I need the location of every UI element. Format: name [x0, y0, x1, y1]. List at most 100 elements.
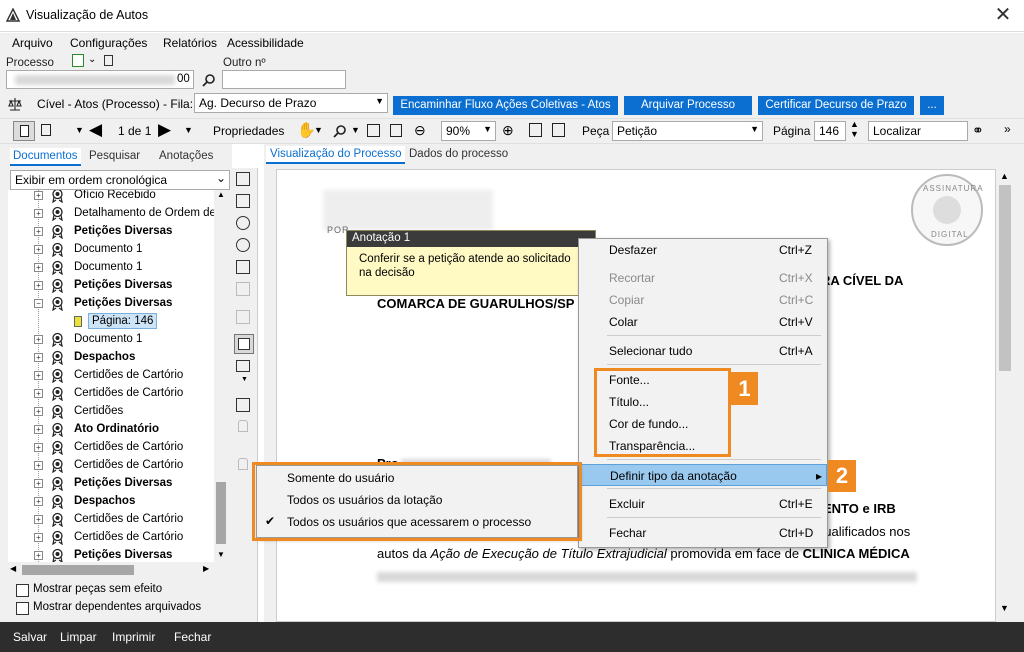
expand-icon[interactable]: + [34, 191, 43, 200]
annotation-note[interactable]: Anotação 1 Conferir se a petição atende … [346, 230, 596, 296]
scroll-thumb[interactable] [999, 185, 1011, 371]
page-mode-button[interactable] [13, 121, 35, 141]
expand-icon[interactable]: + [34, 461, 43, 470]
expand-icon[interactable]: + [34, 533, 43, 542]
tab-dados-processo[interactable]: Dados do processo [409, 148, 508, 160]
context-menu-item[interactable]: Excluir Ctrl+E [579, 493, 827, 515]
more-actions-button[interactable]: ... [920, 96, 944, 115]
chevron-down-icon[interactable]: ⌄ [88, 54, 96, 65]
seal-x-icon[interactable] [236, 238, 250, 252]
rotate-left-icon[interactable] [529, 123, 542, 137]
menu-configuracoes[interactable]: Configurações [70, 36, 147, 50]
tree-item[interactable]: + Certidões de Cartório [8, 457, 214, 475]
expand-icon[interactable]: + [34, 425, 43, 434]
tool-icon[interactable] [236, 194, 250, 208]
context-menu-item[interactable]: Definir tipo da anotação ▸ [579, 464, 827, 486]
expand-icon[interactable]: + [34, 335, 43, 344]
document-icon[interactable] [104, 55, 113, 66]
document-vertical-scrollbar[interactable]: ▲ ▼ [996, 169, 1014, 622]
imprimir-button[interactable]: Imprimir [112, 630, 155, 644]
binoculars-icon[interactable]: ⚭ [972, 122, 984, 139]
expand-icon[interactable]: + [34, 245, 43, 254]
scroll-down-icon[interactable]: ▼ [1000, 603, 1009, 613]
annotation-tool-button[interactable] [234, 334, 254, 354]
dropdown-arrow-icon[interactable]: ▼ [314, 125, 323, 135]
context-menu-item[interactable]: Desfazer Ctrl+Z [579, 239, 827, 261]
collapse-icon[interactable]: − [34, 299, 43, 308]
rotate-right-icon[interactable] [552, 123, 565, 137]
checkbox-row-sem-efeito[interactable]: Mostrar peças sem efeito [16, 583, 226, 599]
propriedades-button[interactable]: Propriedades [213, 124, 284, 138]
scroll-thumb[interactable] [22, 565, 134, 575]
pagina-input[interactable]: 146 [814, 121, 846, 141]
next-page-icon[interactable]: ▶ [158, 120, 171, 140]
tree-item[interactable]: + Certidões de Cartório [8, 511, 214, 529]
arquivar-processo-button[interactable]: Arquivar Processo [624, 96, 752, 115]
tree-item[interactable]: + Documento 1 [8, 331, 214, 349]
encaminhar-fluxo-button[interactable]: Encaminhar Fluxo Ações Coletivas - Atos [393, 96, 618, 115]
tree-horizontal-scrollbar[interactable]: ◀ ▶ [8, 562, 214, 578]
scroll-up-icon[interactable]: ▲ [217, 190, 225, 199]
search-icon[interactable] [202, 73, 216, 87]
zoom-tool-icon[interactable] [333, 124, 347, 138]
scroll-right-icon[interactable]: ▶ [203, 564, 209, 573]
tree-item[interactable]: + Petições Diversas [8, 547, 214, 562]
expand-icon[interactable]: + [34, 209, 43, 218]
tree-item[interactable]: + Despachos [8, 493, 214, 511]
limpar-button[interactable]: Limpar [60, 630, 97, 644]
tree-item[interactable]: + Petições Diversas [8, 475, 214, 493]
expand-icon[interactable]: + [34, 389, 43, 398]
dropdown-arrow-icon[interactable]: ▼ [351, 125, 360, 135]
localizar-input[interactable]: Localizar [868, 121, 968, 141]
expand-icon[interactable]: + [34, 281, 43, 290]
zoom-in-icon[interactable]: ⊕ [502, 122, 514, 139]
overflow-menu-icon[interactable]: » [1004, 122, 1011, 136]
scroll-up-icon[interactable]: ▲ [1000, 171, 1009, 181]
checkbox[interactable] [16, 602, 29, 615]
menu-arquivo[interactable]: Arquivo [12, 36, 53, 50]
expand-icon[interactable]: + [34, 443, 43, 452]
new-process-icon[interactable] [72, 54, 84, 67]
tab-documentos[interactable]: Documentos [10, 148, 81, 166]
tree-item[interactable]: + Documento 1 [8, 241, 214, 259]
tree-item[interactable]: + Certidões [8, 403, 214, 421]
zoom-out-icon[interactable]: ⊖ [414, 122, 426, 139]
context-menu-item[interactable]: Fechar Ctrl+D [579, 522, 827, 544]
expand-icon[interactable]: + [34, 497, 43, 506]
context-menu-item[interactable]: Colar Ctrl+V [579, 311, 827, 333]
tab-visualizacao[interactable]: Visualização do Processo [266, 146, 406, 164]
tree-item[interactable]: Página: 146 [8, 313, 214, 331]
peca-select[interactable]: Petição ▼ [612, 121, 763, 141]
tab-pesquisar[interactable]: Pesquisar [89, 150, 140, 162]
zoom-select[interactable]: 90% ▼ [441, 121, 496, 141]
tree-item[interactable]: − Petições Diversas [8, 295, 214, 313]
processo-input[interactable]: 00 [6, 70, 194, 89]
list-icon[interactable] [236, 360, 250, 372]
fit-width-icon[interactable] [367, 124, 380, 137]
scroll-down-icon[interactable]: ▼ [217, 550, 225, 559]
menu-relatorios[interactable]: Relatórios [163, 36, 217, 50]
dropdown-arrow-icon[interactable]: ▼ [75, 125, 84, 135]
fechar-button[interactable]: Fechar [174, 630, 211, 644]
page-spinner-icon[interactable]: ▲ ▼ [850, 119, 859, 139]
tree-item[interactable]: + Certidões de Cartório [8, 385, 214, 403]
tab-anotacoes[interactable]: Anotações [159, 150, 213, 162]
order-select[interactable]: Exibir em ordem cronológica ⌄ [10, 170, 230, 190]
sign-icon[interactable] [236, 260, 250, 274]
hand-tool-icon[interactable]: ✋ [297, 121, 316, 139]
tree-item[interactable]: + Documento 1 [8, 259, 214, 277]
tree-item[interactable]: + Petições Diversas [8, 277, 214, 295]
expand-icon[interactable]: + [34, 407, 43, 416]
tree-item[interactable]: + Certidões de Cartório [8, 529, 214, 547]
scroll-left-icon[interactable]: ◀ [10, 564, 16, 573]
close-icon[interactable]: ✕ [992, 4, 1014, 26]
tree-vertical-scrollbar[interactable]: ▲ ▼ [214, 190, 228, 562]
previous-page-icon[interactable]: ◀ [89, 120, 102, 140]
certificar-decurso-button[interactable]: Certificar Decurso de Prazo [758, 96, 914, 115]
salvar-button[interactable]: Salvar [13, 630, 47, 644]
expand-icon[interactable]: + [34, 263, 43, 272]
checkbox-row-dependentes[interactable]: Mostrar dependentes arquivados [16, 601, 226, 617]
expand-icon[interactable]: + [34, 551, 43, 560]
hand-page-icon[interactable] [41, 124, 51, 136]
annotation-text[interactable]: Conferir se a petição atende ao solicita… [359, 252, 585, 280]
